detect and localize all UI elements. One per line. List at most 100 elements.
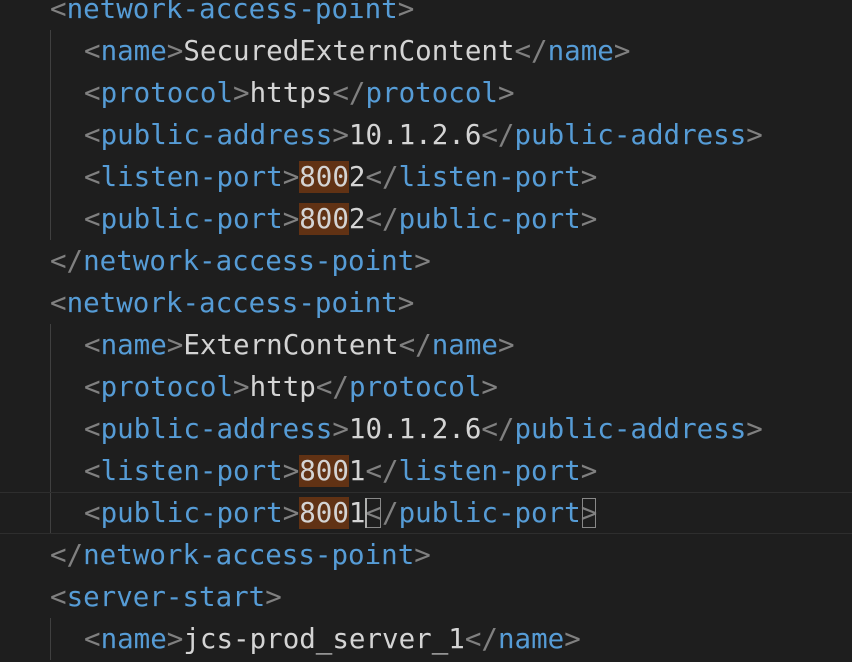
tag-bracket: > xyxy=(746,413,763,445)
tag-bracket: > xyxy=(746,119,763,151)
tag-bracket: < xyxy=(84,413,101,445)
code-line[interactable]: <network-access-point> xyxy=(0,282,852,324)
code-line-current[interactable]: <public-port>8001</public-port> xyxy=(0,492,852,534)
tag-bracket: < xyxy=(50,0,67,25)
find-match-highlight: 800 xyxy=(299,203,349,235)
tag-bracket: < xyxy=(84,371,101,403)
tag-bracket: > xyxy=(414,245,431,277)
tag-bracket: > xyxy=(580,455,598,487)
line-content: <listen-port>8002</listen-port> xyxy=(84,156,597,198)
tag-bracket: < xyxy=(84,119,101,151)
tag-bracket: > xyxy=(580,161,598,193)
code-line[interactable]: <server-start> xyxy=(0,576,852,618)
line-content: <public-address>10.1.2.6</public-address… xyxy=(84,114,763,156)
tag-name: server-start xyxy=(66,581,266,613)
tag-name: protocol xyxy=(100,371,234,403)
code-line[interactable]: <protocol>http</protocol> xyxy=(0,366,852,408)
tag-bracket: </ xyxy=(481,119,515,151)
tag-bracket: > xyxy=(282,161,300,193)
tag-bracket: > xyxy=(397,0,415,25)
bracket-match-open: < xyxy=(365,497,383,529)
tag-bracket: </ xyxy=(50,539,84,571)
tag-bracket: </ xyxy=(514,35,548,67)
tag-bracket: </ xyxy=(365,203,399,235)
line-content: <protocol>https</protocol> xyxy=(84,72,515,114)
tag-bracket: </ xyxy=(50,245,84,277)
tag-name: protocol xyxy=(365,77,498,109)
tag-bracket: > xyxy=(497,329,515,361)
element-value: 10.1.2.6 xyxy=(348,119,482,151)
line-content: <public-address>10.1.2.6</public-address… xyxy=(84,408,763,450)
tag-bracket: > xyxy=(332,119,349,151)
tag-bracket: < xyxy=(84,329,101,361)
bracket-match-close: > xyxy=(580,497,598,529)
tag-name: name xyxy=(100,35,167,67)
code-line[interactable]: <network-access-point> xyxy=(0,0,852,30)
line-content: <public-port>8002</public-port> xyxy=(84,198,597,240)
tag-name: network-access-point xyxy=(83,245,415,277)
tag-name: listen-port xyxy=(398,161,581,193)
tag-bracket: > xyxy=(282,203,300,235)
tag-name: network-access-point xyxy=(66,0,398,25)
tag-name: name xyxy=(100,329,167,361)
element-value: https xyxy=(249,77,333,109)
tag-bracket: > xyxy=(282,497,300,529)
code-line[interactable]: <name>ExternContent</name> xyxy=(0,324,852,366)
tag-bracket: > xyxy=(233,77,250,109)
tag-name: public-port xyxy=(100,497,283,529)
tag-bracket: </ xyxy=(315,371,349,403)
tag-name: network-access-point xyxy=(83,539,415,571)
line-content: </network-access-point> xyxy=(50,240,431,282)
element-value: http xyxy=(249,371,316,403)
tag-bracket: < xyxy=(84,203,101,235)
element-value: jcs-prod_server_1 xyxy=(183,623,465,655)
tag-name: name xyxy=(547,35,614,67)
tag-bracket: > xyxy=(166,35,184,67)
tag-bracket: < xyxy=(84,35,101,67)
element-value: 8002 xyxy=(299,161,366,193)
line-content: <listen-port>8001</listen-port> xyxy=(84,450,597,492)
find-match-highlight: 800 xyxy=(299,161,349,193)
tag-bracket: > xyxy=(414,539,431,571)
tag-bracket: > xyxy=(397,287,415,319)
tag-name: protocol xyxy=(348,371,482,403)
code-line[interactable]: </network-access-point> xyxy=(0,240,852,282)
tag-name: public-port xyxy=(398,497,581,529)
code-editor[interactable]: <network-access-point> <name>SecuredExter… xyxy=(0,0,852,662)
tag-bracket: > xyxy=(497,77,515,109)
find-match-highlight: 800 xyxy=(299,455,349,487)
tag-bracket: </ xyxy=(481,413,515,445)
tag-bracket: > xyxy=(332,413,349,445)
code-line[interactable]: <name>SecuredExternContent</name> xyxy=(0,30,852,72)
code-line[interactable]: <public-port>8002</public-port> xyxy=(0,198,852,240)
tag-name: public-address xyxy=(514,413,747,445)
code-line[interactable]: <public-address>10.1.2.6</public-address… xyxy=(0,114,852,156)
element-value: 8001 xyxy=(299,455,366,487)
tag-name: public-address xyxy=(514,119,747,151)
code-line[interactable]: <protocol>https</protocol> xyxy=(0,72,852,114)
tag-bracket: </ xyxy=(464,623,498,655)
code-line[interactable]: <listen-port>8001</listen-port> xyxy=(0,450,852,492)
tag-name: public-address xyxy=(100,119,333,151)
tag-name: listen-port xyxy=(100,455,283,487)
line-content: <network-access-point> xyxy=(50,282,414,324)
tag-name: public-port xyxy=(100,203,283,235)
line-content: <network-access-point> xyxy=(50,0,414,30)
tag-bracket: < xyxy=(84,161,101,193)
tag-name: name xyxy=(497,623,565,655)
code-line[interactable]: <public-address>10.1.2.6</public-address… xyxy=(0,408,852,450)
element-value: 10.1.2.6 xyxy=(348,413,482,445)
tag-bracket: > xyxy=(265,581,282,613)
tag-bracket: > xyxy=(282,455,300,487)
tag-name: listen-port xyxy=(398,455,581,487)
code-line[interactable]: <name>jcs-prod_server_1</name> xyxy=(0,618,852,660)
tag-name: public-address xyxy=(100,413,333,445)
code-line[interactable]: <listen-port>8002</listen-port> xyxy=(0,156,852,198)
code-line[interactable]: </network-access-point> xyxy=(0,534,852,576)
tag-name: name xyxy=(100,623,167,655)
tag-bracket: > xyxy=(564,623,581,655)
line-content: <server-start> xyxy=(50,576,282,618)
element-value: 8002 xyxy=(299,203,366,235)
element-value: 8001 xyxy=(299,497,366,529)
tag-bracket: > xyxy=(613,35,631,67)
